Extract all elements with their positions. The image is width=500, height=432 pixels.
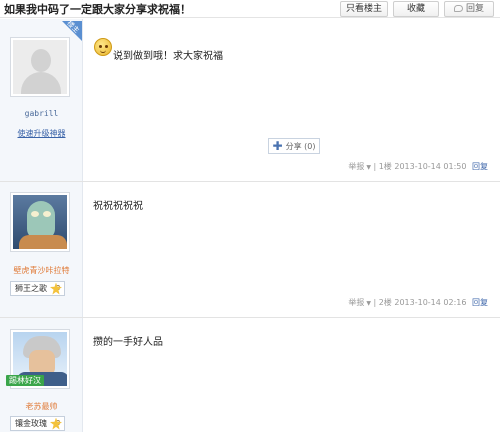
author-name[interactable]: 老苏最帅	[0, 401, 83, 412]
post-time: 2013-10-14 01:50	[394, 162, 467, 171]
floor-number: 2楼	[378, 298, 392, 307]
reply-button-label: 回复	[465, 4, 484, 14]
reply-link[interactable]: 回复	[472, 162, 488, 171]
avatar-tag: 踢林好汉	[6, 375, 44, 386]
share-label: 分享 (0)	[285, 141, 316, 151]
reply-link[interactable]: 回复	[472, 298, 488, 307]
post-meta: 举报 ▼ | 2楼 2013-10-14 02:16 回复	[348, 298, 488, 307]
plus-icon: ✚	[272, 139, 283, 153]
reply-button[interactable]: 回复	[444, 1, 494, 17]
level-badge: 狮王之歌 8	[10, 281, 65, 296]
author-name[interactable]: 壁虎青沙咔拉特	[0, 265, 83, 276]
default-person-icon	[13, 40, 67, 94]
floor-number: 1楼	[378, 162, 392, 171]
report-link[interactable]: 举报	[348, 298, 364, 307]
post-content: 攒的一手好人品	[93, 337, 163, 348]
avatar[interactable]	[10, 37, 70, 97]
dropdown-arrow-icon[interactable]: ▼	[364, 300, 371, 307]
level-title: 狮王之歌	[15, 284, 47, 293]
author-name[interactable]: gabrill	[0, 109, 83, 118]
post-time: 2013-10-14 02:16	[394, 298, 467, 307]
post-divider	[0, 181, 500, 182]
level-title: 镶金玫瑰	[15, 419, 47, 428]
squidward-avatar	[13, 195, 67, 249]
share-button[interactable]: ✚ 分享 (0)	[268, 138, 320, 154]
post-divider	[0, 317, 500, 318]
only-host-button[interactable]: 只看楼主	[340, 1, 388, 17]
post-content: 说到做到哦！求大家祝福	[113, 51, 223, 62]
avatar[interactable]	[10, 192, 70, 252]
post-content: 祝祝祝祝祝	[93, 201, 143, 212]
upgrade-link[interactable]: 使速升级神器	[0, 128, 83, 139]
smiley-icon	[94, 38, 112, 56]
report-link[interactable]: 举报	[348, 162, 364, 171]
level-badge: 镶金玫瑰 8	[10, 416, 65, 431]
favorite-button[interactable]: 收藏	[393, 1, 439, 17]
post-meta: 举报 ▼ | 1楼 2013-10-14 01:50 回复	[348, 162, 488, 171]
reply-bubble-icon	[453, 5, 463, 12]
thread-title: 如果我中码了一定跟大家分享求祝福！	[4, 3, 191, 16]
thread-header: 如果我中码了一定跟大家分享求祝福！ 只看楼主 收藏 回复	[0, 0, 500, 18]
dropdown-arrow-icon[interactable]: ▼	[364, 164, 371, 171]
